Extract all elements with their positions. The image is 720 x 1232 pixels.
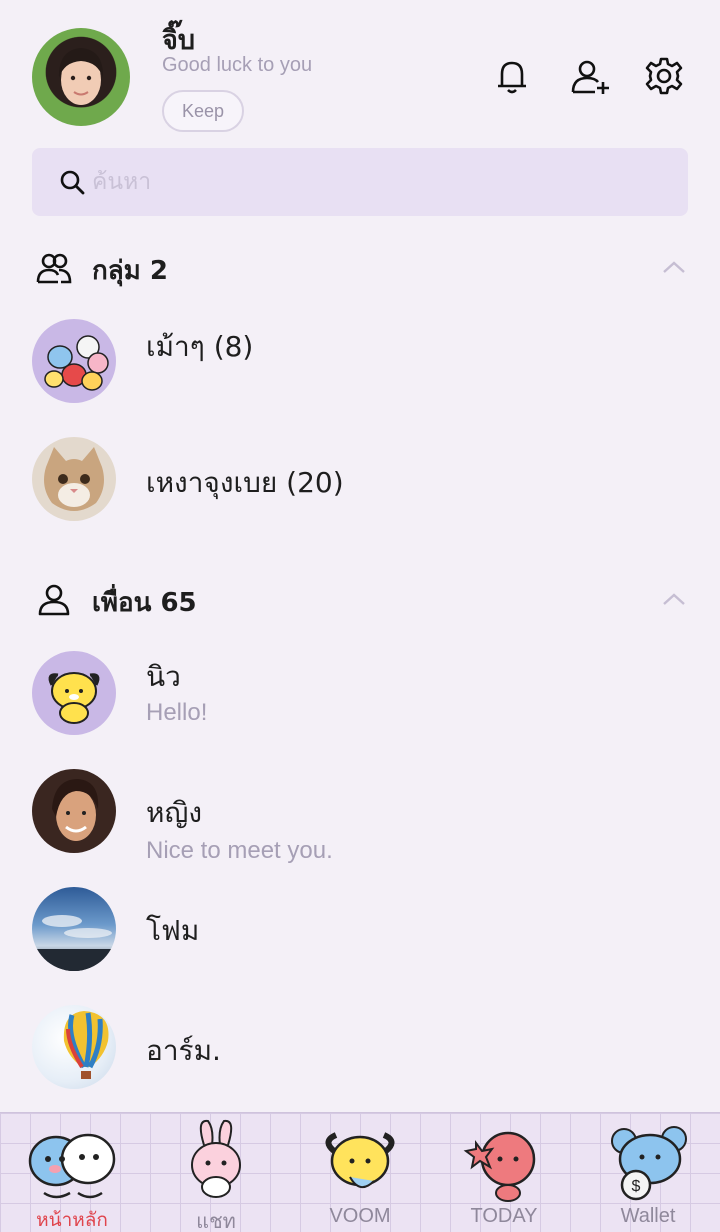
- groups-section-title: กลุ่ม 2: [92, 256, 168, 286]
- friends-section-title: เพื่อน 65: [92, 588, 197, 618]
- nav-voom-label: VOOM: [329, 1205, 391, 1227]
- friend-row[interactable]: นิว Hello!: [0, 651, 720, 761]
- search-bar[interactable]: [32, 148, 688, 216]
- profile-header: จิ๊บ Good luck to you Keep: [0, 0, 720, 140]
- group-avatar: [32, 319, 116, 403]
- nav-chat-tab[interactable]: แชท: [144, 1113, 288, 1232]
- profile-status-message[interactable]: Good luck to you: [162, 54, 312, 77]
- today-character-icon: [463, 1131, 536, 1202]
- friend-row[interactable]: โฟม: [0, 887, 720, 997]
- group-avatar: [32, 437, 116, 521]
- chat-character-icon: [191, 1119, 241, 1198]
- friend-status-message: Hello!: [146, 699, 208, 726]
- bell-icon[interactable]: [490, 54, 534, 98]
- gear-icon[interactable]: [642, 54, 686, 98]
- voom-character-icon: [325, 1132, 395, 1188]
- nav-voom-tab[interactable]: VOOM: [288, 1113, 432, 1232]
- friend-row[interactable]: หญิง Nice to meet you.: [0, 769, 720, 879]
- chevron-up-icon[interactable]: [660, 256, 688, 280]
- friend-status-message: Nice to meet you.: [146, 837, 333, 864]
- group-name: เม้าๆ (8): [146, 330, 254, 363]
- profile-avatar[interactable]: [32, 28, 130, 126]
- groups-section-header[interactable]: กลุ่ม 2: [0, 242, 720, 292]
- bottom-navigation: หน้าหลัก แชท VOOM TODAY $ Wallet: [0, 1112, 720, 1232]
- friend-name: หญิง: [146, 796, 202, 829]
- group-name: เหงาจุงเบย (20): [146, 466, 344, 499]
- friend-name: อาร์ม.: [146, 1034, 221, 1067]
- nav-home-tab[interactable]: หน้าหลัก: [0, 1113, 144, 1232]
- group-row[interactable]: เหงาจุงเบย (20): [0, 437, 720, 547]
- nav-home-label: หน้าหลัก: [36, 1209, 108, 1231]
- group-row[interactable]: เม้าๆ (8): [0, 319, 720, 429]
- nav-wallet-tab[interactable]: $ Wallet: [576, 1113, 720, 1232]
- friend-avatar: [32, 1005, 116, 1089]
- search-icon: [58, 168, 86, 196]
- svg-text:$: $: [632, 1178, 641, 1195]
- add-friend-icon[interactable]: [568, 54, 612, 98]
- friend-avatar: [32, 651, 116, 735]
- person-icon: [36, 582, 72, 618]
- search-input[interactable]: [92, 162, 652, 202]
- keep-button[interactable]: Keep: [162, 90, 244, 132]
- friend-avatar: [32, 769, 116, 853]
- friend-avatar: [32, 887, 116, 971]
- nav-today-tab[interactable]: TODAY: [432, 1113, 576, 1232]
- friend-row[interactable]: อาร์ม.: [0, 1005, 720, 1115]
- friend-name: นิว: [146, 660, 181, 693]
- group-icon: [36, 250, 72, 286]
- home-character-icon: [28, 1133, 116, 1199]
- friends-section-header[interactable]: เพื่อน 65: [0, 574, 720, 624]
- friend-name: โฟม: [146, 914, 200, 947]
- nav-chat-label: แชท: [196, 1211, 236, 1232]
- nav-wallet-label: Wallet: [620, 1205, 676, 1227]
- nav-today-label: TODAY: [470, 1205, 538, 1227]
- chevron-up-icon[interactable]: [660, 588, 688, 612]
- wallet-character-icon: $: [611, 1126, 687, 1201]
